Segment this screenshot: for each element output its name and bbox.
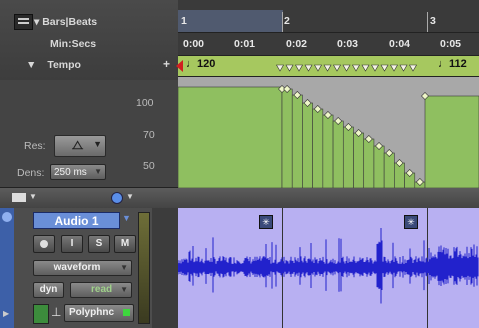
tempo-expand-triangle-icon: ▼ <box>26 59 37 71</box>
elastic-plugin-selector[interactable]: Polyphnc <box>64 304 134 322</box>
elastic-audio-icon[interactable] <box>33 304 49 324</box>
record-dot-icon <box>40 240 48 248</box>
bars-beats-ruler-label[interactable]: ▾ Bars|Beats <box>34 16 97 28</box>
density-selector[interactable]: 250 ms ▼ <box>50 164 106 180</box>
clock-dropdown-icon[interactable]: ▼ <box>126 192 134 201</box>
track-name-field[interactable]: Audio 1 <box>33 212 120 229</box>
tempo-event-triangle[interactable] <box>389 64 399 72</box>
tempo-step <box>302 102 313 188</box>
resolution-selector[interactable]: ⧍ ▼ <box>54 135 106 157</box>
min-secs-ruler-label: Min:Secs <box>50 38 97 50</box>
bar-number-1: 1 <box>181 15 187 27</box>
automation-mode-selector[interactable]: read ▼ <box>70 282 132 298</box>
tempo-ruler-label[interactable]: ▼ Tempo <box>26 59 81 71</box>
bar-line-2 <box>282 12 283 32</box>
add-tempo-button[interactable]: + <box>163 57 170 71</box>
time-mark-5: 0:05 <box>440 38 462 50</box>
bar-number-2: 2 <box>284 15 290 27</box>
region-sync-point-icon[interactable]: ✳ <box>404 215 418 229</box>
plugin-active-indicator <box>123 309 130 316</box>
res-label: Res: <box>24 140 46 152</box>
tempo-event-triangle[interactable] <box>370 64 380 72</box>
clock-icon[interactable] <box>111 192 123 204</box>
tempo-step <box>424 95 479 188</box>
tempo-event-triangle[interactable] <box>380 64 389 72</box>
time-mark-0: 0:00 <box>183 38 205 50</box>
tempo-event-triangles <box>275 64 418 72</box>
min-secs-ruler[interactable] <box>178 33 479 56</box>
tempo-graph[interactable] <box>178 56 479 188</box>
tempo-event-triangle[interactable] <box>399 64 408 72</box>
track-view-selector[interactable]: waveform ▼ <box>33 260 132 276</box>
track-divider <box>152 208 178 328</box>
time-mark-2: 0:02 <box>286 38 308 50</box>
track-expand-icon[interactable] <box>2 212 12 222</box>
tempo-event-triangle[interactable] <box>323 64 332 72</box>
tempo-event-triangle[interactable] <box>342 64 351 72</box>
time-mark-1: 0:01 <box>234 38 256 50</box>
dens-label: Dens: <box>17 167 45 179</box>
tempo-event-triangle[interactable] <box>294 64 304 72</box>
track-menu-arrow-icon[interactable]: ▼ <box>122 213 131 223</box>
tempo-step <box>312 108 324 188</box>
track-expand-arrow-icon[interactable]: ▶ <box>3 309 9 318</box>
waveform-lines <box>178 228 479 304</box>
ruler-menu-icon[interactable] <box>14 14 33 30</box>
tempo-event-triangle[interactable] <box>285 64 294 72</box>
playhead-marker[interactable] <box>178 10 283 32</box>
time-mark-3: 0:03 <box>337 38 359 50</box>
input-monitor-button[interactable]: I <box>61 235 83 253</box>
audio-waveform <box>178 228 479 304</box>
tempo-event-triangle[interactable] <box>304 64 313 72</box>
dropdown-arrow-icon: ▼ <box>93 139 102 149</box>
time-mark-4: 0:04 <box>389 38 411 50</box>
metronome-icon: ⧍ <box>72 138 84 152</box>
tempo-event-triangle[interactable] <box>361 64 370 72</box>
tempo-step <box>353 132 365 188</box>
tempo-step <box>363 138 375 188</box>
tempo-event-triangle[interactable] <box>332 64 342 72</box>
tempo-scale-70: 70 <box>143 129 155 141</box>
dropdown-arrow-icon: ▼ <box>120 263 128 272</box>
tempo-event-triangle[interactable] <box>313 64 323 72</box>
mute-button[interactable]: M <box>114 235 136 253</box>
track-view-menu-icon[interactable] <box>12 193 26 202</box>
tempo-step <box>178 86 283 188</box>
tempo-step <box>322 114 334 188</box>
region-sync-point-icon[interactable]: ✳ <box>259 215 273 229</box>
tempo-event-triangle[interactable] <box>408 64 418 72</box>
tempo-step <box>342 126 354 188</box>
tempo-step <box>332 120 344 188</box>
automation-label-button[interactable]: dyn <box>33 282 64 298</box>
tempo-scale-100: 100 <box>136 97 154 109</box>
elastic-tuning-fork-icon: ⊥ <box>51 305 62 319</box>
tempo-step <box>291 94 303 188</box>
record-enable-button[interactable] <box>33 235 55 253</box>
dropdown-arrow-icon: ▼ <box>94 167 102 176</box>
tempo-step <box>383 152 395 188</box>
track-header-bar <box>0 187 479 209</box>
tempo-step <box>373 145 385 188</box>
tempo-step <box>281 88 293 188</box>
bar-line-3 <box>427 12 428 32</box>
tempo-event-triangle[interactable] <box>351 64 361 72</box>
tempo-event-triangle[interactable] <box>275 64 285 72</box>
disclosure-triangle-icon: ▾ <box>34 16 40 28</box>
solo-button[interactable]: S <box>88 235 110 253</box>
tempo-scale-50: 50 <box>143 160 155 172</box>
track-view-dropdown-icon[interactable]: ▼ <box>29 192 37 201</box>
track-meter <box>138 212 150 324</box>
bar-number-3: 3 <box>430 15 436 27</box>
dropdown-arrow-icon: ▼ <box>120 285 128 294</box>
